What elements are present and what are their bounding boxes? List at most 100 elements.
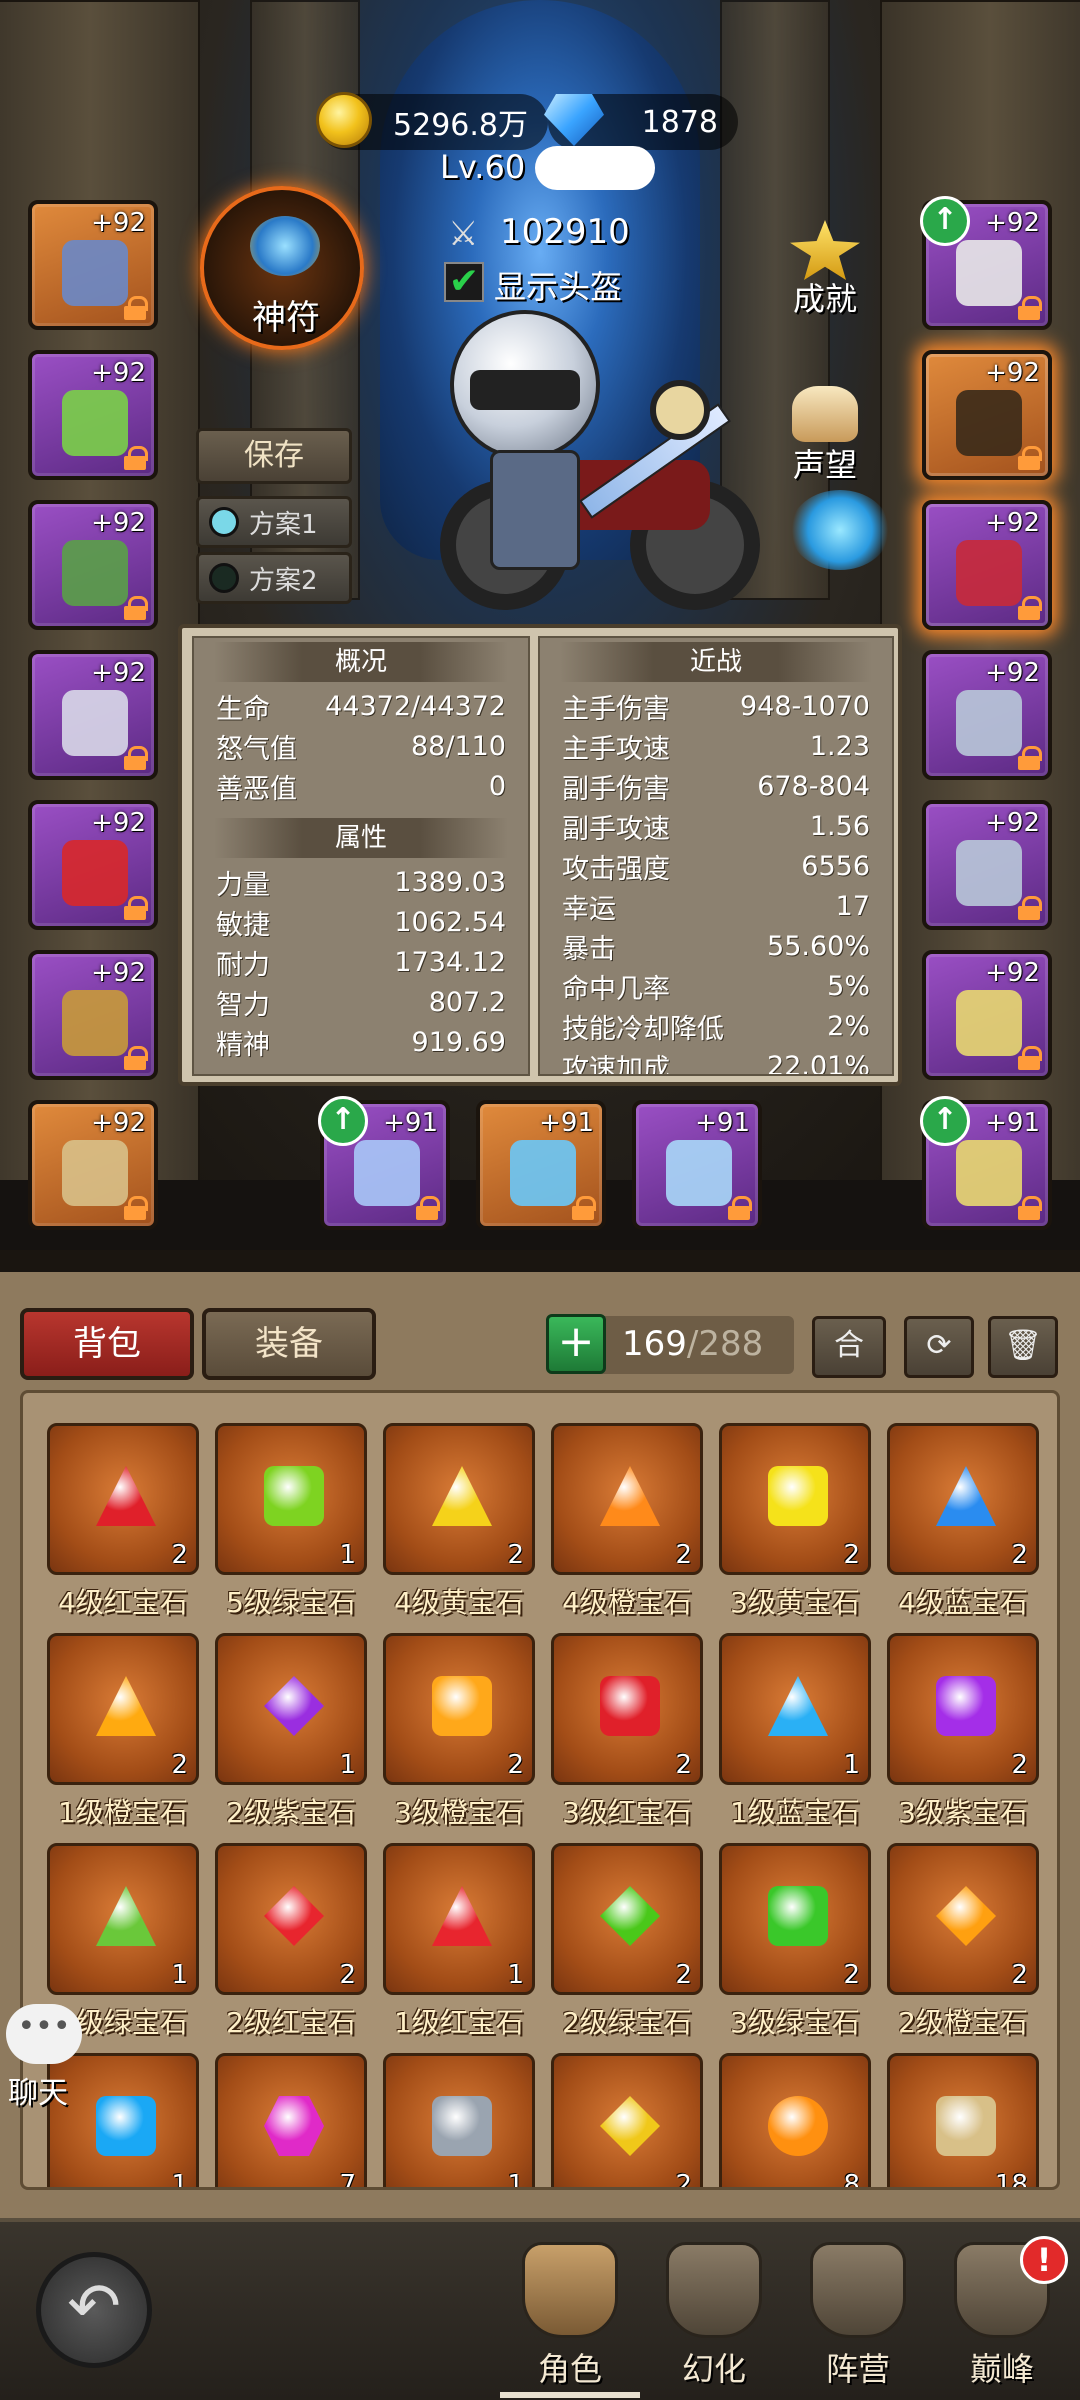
gem-icon <box>96 2096 156 2156</box>
equipment-slot[interactable]: +92 <box>28 800 158 930</box>
stat-row: 精神 919.69 <box>194 1022 528 1062</box>
equipment-slot[interactable]: +92 <box>28 650 158 780</box>
bead-bracelet-icon <box>62 390 128 456</box>
inventory-item[interactable]: 1 <box>719 1633 871 1785</box>
item-count: 1 <box>507 2170 524 2190</box>
plan1-button[interactable]: 方案1 <box>196 496 352 548</box>
inventory-item[interactable]: 2 <box>47 1633 199 1785</box>
expand-capacity-button[interactable]: + <box>546 1314 606 1374</box>
inventory-item[interactable]: 1 <box>215 1633 367 1785</box>
equipment-slot[interactable]: +92 <box>28 500 158 630</box>
inventory-item[interactable]: 2 <box>551 1633 703 1785</box>
inventory-item[interactable]: 2 <box>887 1633 1039 1785</box>
character-motorcycle-avatar <box>410 310 770 620</box>
amulet-icon <box>956 990 1022 1056</box>
nav-peak[interactable]: 巅峰 ! <box>932 2236 1072 2392</box>
stat-row: 主手伤害 948-1070 <box>540 686 892 726</box>
item-name: 5级绿宝石 <box>226 1586 356 1619</box>
refresh-icon: ⟳ <box>926 1328 952 1363</box>
gem-icon <box>96 1676 156 1736</box>
gem-icon <box>432 1466 492 1526</box>
stat-row: 攻速加成 22.01% <box>540 1046 892 1075</box>
inventory-item[interactable]: 2 <box>887 1423 1039 1575</box>
inventory-grid[interactable]: 2 4级红宝石 1 5级绿宝石 2 4级黄宝石 2 4级橙宝石 2 3级黄宝石 2 4级蓝宝石 2 1级橙… <box>20 1390 1060 2190</box>
reputation-label: 声望 <box>792 446 857 484</box>
tab-equipment[interactable]: 装备 <box>202 1308 376 1380</box>
item-name: 3级绿宝石 <box>730 2006 860 2039</box>
stat-row: 副手伤害 678-804 <box>540 766 892 806</box>
inventory-item[interactable]: 2 <box>719 1843 871 1995</box>
reputation-fist-icon <box>792 386 858 442</box>
inventory-item[interactable]: 8 <box>719 2053 871 2187</box>
inventory-item[interactable]: 2 <box>551 1423 703 1575</box>
equipment-slot[interactable]: +92 <box>922 650 1052 780</box>
sort-button[interactable]: ⟳ <box>904 1316 974 1378</box>
stat-label: 命中几率 <box>562 973 670 1005</box>
inventory-item[interactable]: 1 <box>47 1843 199 1995</box>
save-button[interactable]: 保存 <box>196 428 352 484</box>
chat-label[interactable]: 聊天 <box>8 2068 68 2112</box>
merge-button[interactable]: 合 <box>812 1316 886 1378</box>
equipment-slot[interactable]: +92 <box>28 350 158 480</box>
inventory-item[interactable]: 18 <box>887 2053 1039 2187</box>
inventory-item[interactable]: 2 <box>383 1633 535 1785</box>
plan2-button[interactable]: 方案2 <box>196 552 352 604</box>
inventory-item[interactable]: 2 <box>383 1423 535 1575</box>
nav-character-label: 角色 <box>537 2350 602 2388</box>
talisman-button[interactable]: 神符 <box>200 186 364 350</box>
inventory-item[interactable]: 1 <box>383 2053 535 2190</box>
inventory-item[interactable]: 2 <box>719 1423 871 1575</box>
tab-bag[interactable]: 背包 <box>20 1308 194 1380</box>
lock-icon <box>572 1196 596 1220</box>
gem-icon <box>600 2096 660 2156</box>
inventory-item[interactable]: 1 <box>47 2053 199 2187</box>
item-count: 2 <box>843 1960 860 1990</box>
item-count: 2 <box>507 1540 524 1570</box>
inventory-item[interactable]: 1 <box>383 1843 535 1995</box>
equipment-slot[interactable]: +92 <box>922 500 1052 630</box>
nav-camp-label: 阵营 <box>825 2350 890 2388</box>
back-arrow-icon: ↶ <box>67 2270 121 2344</box>
inventory-item[interactable]: 7 <box>215 2053 367 2187</box>
equipment-slot[interactable]: +92 <box>922 350 1052 480</box>
nav-camp[interactable]: 阵营 <box>788 2242 928 2392</box>
equipment-slot[interactable]: +91 <box>476 1100 606 1230</box>
equipment-slot[interactable]: +92 <box>28 950 158 1080</box>
gem-icon <box>264 2096 324 2156</box>
equipment-slot[interactable]: +92 <box>922 950 1052 1080</box>
inventory-item[interactable]: 1 <box>215 1423 367 1575</box>
nav-character[interactable]: 角色 <box>500 2242 640 2398</box>
lock-icon <box>1018 596 1042 620</box>
chat-bubble-icon[interactable]: ••• <box>6 2004 82 2064</box>
stats-right-column[interactable]: 近战 主手伤害 948-1070 主手攻速 1.23 副手伤害 678-804 副手攻速 1.… <box>538 636 894 1076</box>
stat-label: 力量 <box>216 869 270 901</box>
inventory-item[interactable]: 2 <box>215 1843 367 1995</box>
equipment-slot[interactable]: +92 <box>28 1100 158 1230</box>
gold-coin-icon <box>316 92 372 148</box>
reputation-button[interactable]: 声望 <box>770 378 880 488</box>
show-helmet-checkbox[interactable]: ✔ <box>444 262 484 302</box>
delete-button[interactable]: 🗑 <box>988 1316 1058 1378</box>
lock-icon <box>1018 746 1042 770</box>
inventory-item[interactable]: 2 <box>887 1843 1039 1995</box>
stat-value: 44372/44372 <box>325 690 506 722</box>
inventory-item[interactable]: 2 <box>47 1423 199 1575</box>
stat-row: 敏捷 1062.54 <box>194 902 528 942</box>
stat-label: 生命 <box>216 693 270 725</box>
item-name: 3级橙宝石 <box>394 1796 524 1829</box>
gem-icon <box>432 1886 492 1946</box>
equipment-slot[interactable]: +91 <box>632 1100 762 1230</box>
item-count: 2 <box>675 1960 692 1990</box>
inventory-item[interactable]: 2 <box>551 2053 703 2190</box>
inventory-item[interactable]: 2 <box>551 1843 703 1995</box>
back-button[interactable]: ↶ <box>36 2252 152 2368</box>
equipment-slot[interactable]: +92 <box>28 200 158 330</box>
item-count: 2 <box>675 2170 692 2190</box>
equipment-slot[interactable]: +92 <box>922 800 1052 930</box>
slot-level: +92 <box>91 958 146 988</box>
blue-flame-brazier <box>790 490 890 570</box>
gem-icon <box>264 1886 324 1946</box>
achievement-button[interactable]: 成就 <box>770 212 880 322</box>
stat-row: 主手攻速 1.23 <box>540 726 892 766</box>
nav-illusion[interactable]: 幻化 <box>644 2242 784 2392</box>
